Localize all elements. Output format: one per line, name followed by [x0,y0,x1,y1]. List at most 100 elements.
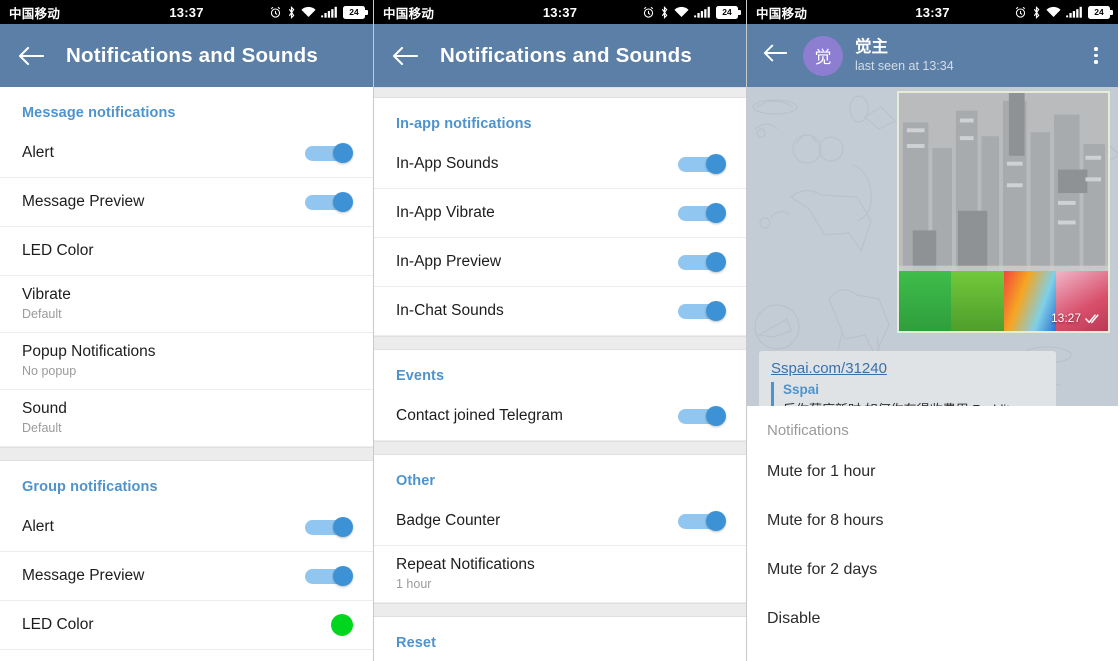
row-sound[interactable]: Sound Default [0,390,373,447]
section-divider [374,441,746,455]
link-preview-body: Sspai 后你薪底新时,如何你存得收费用 Reddit [771,382,1044,406]
chat-app-bar: 觉 觉主 last seen at 13:34 [747,24,1118,87]
top-divider [374,87,746,98]
link-description: 后你薪底新时,如何你存得收费用 Reddit [783,399,1044,406]
message-time: 13:27 [1050,311,1081,325]
peer-info[interactable]: 觉主 last seen at 13:34 [855,38,954,73]
toggle-message-preview[interactable] [305,192,353,212]
row-repeat-notifications[interactable]: Repeat Notifications 1 hour [374,546,746,603]
avatar[interactable]: 觉 [803,35,843,76]
row-label: Sound [22,400,67,417]
row-label: Badge Counter [396,512,501,530]
status-bar: 中国移动 13:37 24 [0,0,373,24]
row-label: Contact joined Telegram [396,407,563,425]
row-label: Alert [22,144,54,162]
status-icons: 24 [642,5,746,19]
page-title: Notifications and Sounds [440,43,692,67]
link-site-name: Sspai [783,382,820,397]
row-message-preview[interactable]: Message Preview [0,178,373,227]
app-bar: Notifications and Sounds [374,24,746,87]
page-title: Notifications and Sounds [66,43,318,67]
wifi-icon [1046,6,1061,18]
row-label: Vibrate [22,286,71,303]
row-badge-counter[interactable]: Badge Counter [374,497,746,546]
row-label: Alert [22,518,54,536]
bluetooth-icon [1032,5,1041,19]
toggle-group-alert[interactable] [305,517,353,537]
back-arrow-icon[interactable] [18,46,52,66]
wifi-icon [674,6,689,18]
toggle-group-message-preview[interactable] [305,566,353,586]
battery-icon: 24 [343,5,368,19]
section-header-events: Events [396,368,445,384]
alarm-icon [269,6,282,19]
toggle-badge-counter[interactable] [678,511,726,531]
toggle-in-app-sounds[interactable] [678,154,726,174]
photo-message[interactable]: 13:27 [897,91,1110,333]
sheet-item-mute-8-hours[interactable]: Mute for 8 hours [747,496,1118,545]
battery-icon: 24 [716,5,741,19]
row-label: Popup Notifications [22,343,156,360]
section-header-in-app-notifications: In-app notifications [396,116,532,132]
panel-chat-notifications-sheet: 中国移动 13:37 24 觉 觉主 last seen at 13:34 13… [747,0,1118,661]
row-popup-notifications[interactable]: Popup Notifications No popup [0,333,373,390]
row-in-chat-sounds[interactable]: In-Chat Sounds [374,287,746,336]
alarm-icon [642,6,655,19]
section-divider [0,447,373,461]
row-contact-joined-telegram[interactable]: Contact joined Telegram [374,392,746,441]
toggle-contact-joined[interactable] [678,406,726,426]
link-url[interactable]: Sspai.com/31240 [771,360,1044,377]
row-label: LED Color [22,616,94,634]
row-in-app-sounds[interactable]: In-App Sounds [374,140,746,189]
panel-inapp-events-other: 中国移动 13:37 24 Notifications and Sounds I… [373,0,747,661]
status-icons: 24 [1014,5,1118,19]
row-group-led-color[interactable]: LED Color [0,601,373,650]
signal-icon [694,6,711,18]
toggle-in-app-preview[interactable] [678,252,726,272]
wifi-icon [301,6,316,18]
message-timestamp-row: 13:27 [1051,311,1102,325]
row-label: Message Preview [22,193,145,211]
sheet-item-disable[interactable]: Disable [747,594,1118,643]
led-color-swatch[interactable] [331,614,353,636]
row-value: No popup [22,364,77,379]
row-label: Repeat Notifications [396,556,535,573]
peer-status: last seen at 13:34 [855,58,954,73]
toggle-in-app-vibrate[interactable] [678,203,726,223]
app-bar: Notifications and Sounds [0,24,373,87]
notifications-action-sheet: Notifications Mute for 1 hour Mute for 8… [747,406,1118,661]
double-check-icon [1085,313,1099,324]
back-arrow-icon[interactable] [392,46,426,66]
back-arrow-icon[interactable] [763,43,793,68]
link-preview-message[interactable]: Sspai.com/31240 Sspai 后你薪底新时,如何你存得收费用 Re… [759,351,1056,406]
peer-name: 觉主 [855,37,888,56]
bluetooth-icon [287,5,296,19]
overflow-menu-icon[interactable] [1086,47,1106,64]
row-alert[interactable]: Alert [0,129,373,178]
section-header-reset[interactable]: Reset [374,617,746,659]
battery-level: 24 [722,7,732,17]
three-phone-screenshots: 中国移动 13:37 24 Notifications and Sounds M… [0,0,1120,661]
toggle-in-chat-sounds[interactable] [678,301,726,321]
row-led-color[interactable]: LED Color [0,227,373,276]
toggle-alert[interactable] [305,143,353,163]
section-divider [374,603,746,617]
row-label: In-App Vibrate [396,204,495,222]
battery-level: 24 [1094,7,1104,17]
row-in-app-vibrate[interactable]: In-App Vibrate [374,189,746,238]
row-label: Message Preview [22,567,145,585]
sheet-item-mute-2-days[interactable]: Mute for 2 days [747,545,1118,594]
status-bar: 中国移动 13:37 24 [747,0,1118,24]
settings-list: Message notifications Alert Message Prev… [0,87,373,650]
row-group-message-preview[interactable]: Message Preview [0,552,373,601]
sheet-item-mute-1-hour[interactable]: Mute for 1 hour [747,447,1118,496]
row-vibrate[interactable]: Vibrate Default [0,276,373,333]
row-group-alert[interactable]: Alert [0,503,373,552]
sheet-title: Notifications [767,422,849,439]
signal-icon [1066,6,1083,18]
row-label: LED Color [22,242,94,260]
row-in-app-preview[interactable]: In-App Preview [374,238,746,287]
settings-list: In-app notifications In-App Sounds In-Ap… [374,87,746,659]
chat-message-area: 13:27 Sspai.com/31240 Sspai 后你薪底新时,如何你存得… [747,87,1118,406]
battery-icon: 24 [1088,5,1113,19]
